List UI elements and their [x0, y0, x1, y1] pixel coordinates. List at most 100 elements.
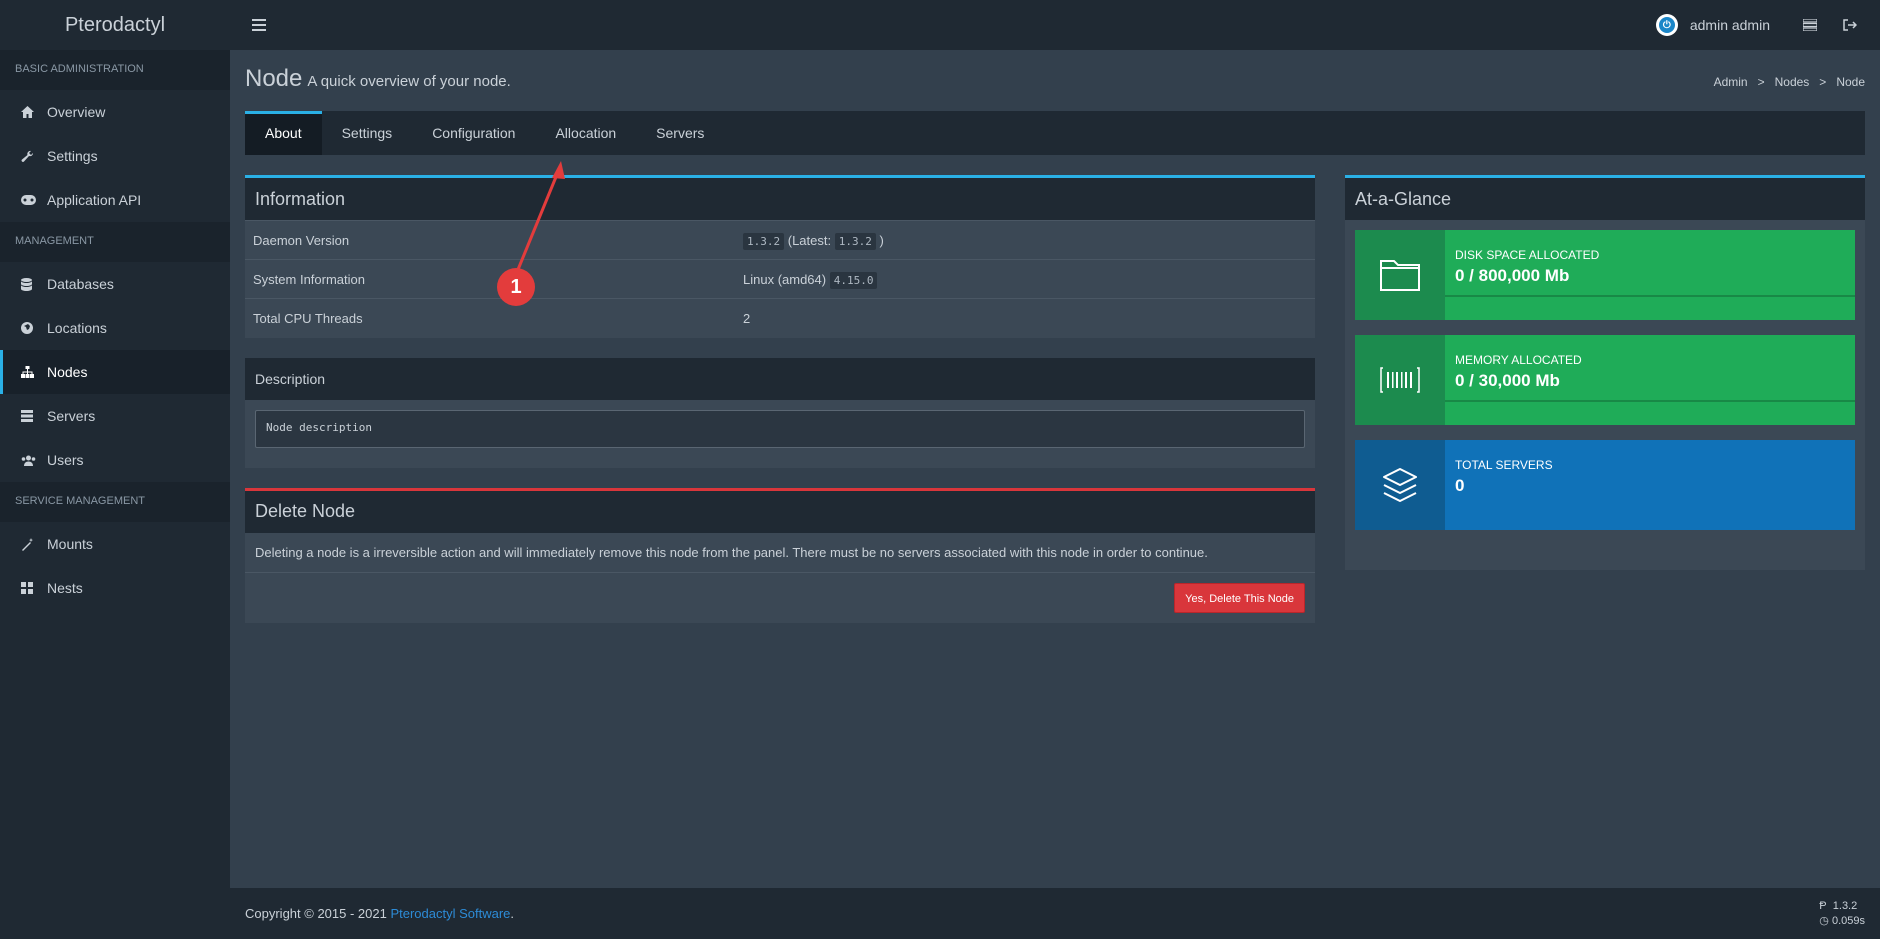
description-field[interactable]: Node description	[255, 409, 1305, 448]
tab-allocation[interactable]: Allocation	[535, 111, 636, 155]
database-icon	[21, 277, 43, 291]
daemon-version-code: 1.3.2	[743, 232, 785, 250]
table-row: System Information Linux (amd64) 4.15.0	[245, 259, 1315, 299]
sidebar-item-label: Nests	[47, 580, 83, 596]
disk-space-value: 0 / 800,000 Mb	[1455, 266, 1570, 285]
delete-node-button[interactable]: Yes, Delete This Node	[1174, 582, 1305, 613]
tab-about[interactable]: About	[245, 111, 322, 155]
delete-node-warning: Deleting a node is a irreversible action…	[245, 533, 1315, 573]
table-row: Total CPU Threads 2	[245, 298, 1315, 338]
sidebar-item-label: Servers	[47, 408, 96, 424]
hamburger-icon[interactable]	[244, 10, 274, 40]
breadcrumb-separator: >	[1819, 75, 1827, 89]
pterodactyl-link[interactable]: Pterodactyl Software	[390, 906, 510, 921]
gamepad-icon	[21, 195, 43, 205]
version-icon: Ᵽ	[1819, 899, 1827, 912]
sidebar-item-label: Mounts	[47, 536, 93, 552]
sidebar-item-label: Databases	[47, 276, 114, 292]
total-servers-value: 0	[1455, 476, 1465, 495]
delete-node-title: Delete Node	[245, 490, 1315, 533]
globe-icon	[21, 322, 43, 334]
sitemap-icon	[21, 366, 43, 378]
delete-node-box: Delete Node Deleting a node is a irrever…	[245, 487, 1315, 623]
server-icon	[21, 410, 43, 422]
total-servers-label: Total Servers	[1455, 458, 1553, 472]
at-a-glance-box: At-a-Glance Disk Space Allocated 0 / 800…	[1345, 175, 1865, 570]
user-menu[interactable]: ⏻ admin admin	[1636, 14, 1790, 36]
node-tabs: About Settings Configuration Allocation …	[245, 111, 1865, 155]
top-navbar: Pterodactyl ⏻ admin admin	[0, 0, 1880, 50]
app-logo[interactable]: Pterodactyl	[0, 14, 230, 37]
sidebar-item-application-api[interactable]: Application API	[0, 178, 230, 222]
disk-space-progress	[1445, 295, 1855, 297]
folder-icon	[1355, 230, 1445, 320]
disk-space-label: Disk Space Allocated	[1455, 248, 1600, 262]
os-text: Linux (amd64)	[743, 271, 827, 287]
daemon-version-label: Daemon Version	[245, 220, 735, 260]
copyright-text: Copyright © 2015 - 2021	[245, 906, 387, 921]
latest-version-code: 1.3.2	[834, 232, 876, 250]
sidebar-item-label: Users	[47, 452, 84, 468]
footer-period: .	[510, 906, 515, 921]
breadcrumb-separator: >	[1757, 75, 1765, 89]
breadcrumb-node: Node	[1836, 75, 1865, 89]
latest-suffix: )	[879, 232, 884, 248]
sidebar-item-settings[interactable]: Settings	[0, 134, 230, 178]
information-box: Information Daemon Version 1.3.2 (Latest…	[245, 175, 1315, 338]
memory-value: 0 / 30,000 Mb	[1455, 371, 1560, 390]
disk-space-infobox: Disk Space Allocated 0 / 800,000 Mb	[1355, 230, 1855, 320]
system-info-label: System Information	[245, 259, 735, 299]
sidebar-item-databases[interactable]: Databases	[0, 262, 230, 306]
sidebar-item-label: Locations	[47, 320, 107, 336]
version-text: 1.3.2	[1832, 899, 1858, 912]
description-title: Description	[245, 357, 1315, 400]
cpu-threads-label: Total CPU Threads	[245, 298, 735, 338]
sidebar-item-nodes[interactable]: Nodes	[0, 350, 230, 394]
tab-configuration[interactable]: Configuration	[412, 111, 535, 155]
page-title: Node	[245, 65, 303, 92]
sidebar-item-servers[interactable]: Servers	[0, 394, 230, 438]
sidebar-header-management: Management	[0, 222, 230, 262]
avatar: ⏻	[1655, 14, 1678, 36]
server-list-icon[interactable]	[1790, 0, 1830, 50]
time-text: 0.059s	[1831, 914, 1865, 927]
sidebar-item-label: Nodes	[47, 364, 88, 380]
logout-icon[interactable]	[1830, 0, 1870, 50]
memory-label: Memory Allocated	[1455, 353, 1582, 367]
sidebar-header-service: Service Management	[0, 482, 230, 522]
total-servers-infobox: Total Servers 0	[1355, 440, 1855, 530]
tab-settings[interactable]: Settings	[322, 111, 413, 155]
information-table: Daemon Version 1.3.2 (Latest: 1.3.2 ) Sy…	[245, 220, 1315, 338]
home-icon	[21, 106, 43, 118]
clock-icon: ◷	[1819, 914, 1829, 927]
information-title: Information	[245, 178, 1315, 220]
sidebar-item-label: Overview	[47, 104, 106, 120]
sidebar-item-overview[interactable]: Overview	[0, 90, 230, 134]
system-info-value: Linux (amd64) 4.15.0	[735, 259, 1315, 299]
magic-icon	[21, 537, 43, 551]
breadcrumb-nodes[interactable]: Nodes	[1775, 75, 1810, 89]
description-box: Description Node description	[245, 357, 1315, 468]
sidebar-item-mounts[interactable]: Mounts	[0, 522, 230, 566]
kernel-code: 4.15.0	[829, 271, 878, 289]
sidebar-header-basic: Basic Administration	[0, 50, 230, 90]
version-info: Ᵽ 1.3.2 ◷ 0.059s	[1819, 899, 1865, 929]
table-row: Daemon Version 1.3.2 (Latest: 1.3.2 )	[245, 220, 1315, 260]
at-a-glance-title: At-a-Glance	[1345, 178, 1865, 220]
sidebar-item-locations[interactable]: Locations	[0, 306, 230, 350]
main-content: Node A quick overview of your node. Admi…	[230, 50, 1880, 888]
page-subtitle: A quick overview of your node.	[307, 73, 511, 90]
barcode-icon	[1355, 335, 1445, 425]
sidebar: Basic Administration Overview Settings A…	[0, 50, 230, 939]
tab-servers[interactable]: Servers	[636, 111, 724, 155]
user-name: admin admin	[1689, 17, 1770, 33]
sidebar-item-users[interactable]: Users	[0, 438, 230, 482]
sidebar-item-nests[interactable]: Nests	[0, 566, 230, 610]
sidebar-item-label: Application API	[47, 192, 142, 208]
memory-infobox: Memory Allocated 0 / 30,000 Mb	[1355, 335, 1855, 425]
users-icon	[21, 455, 43, 466]
th-large-icon	[21, 582, 43, 594]
breadcrumb-admin[interactable]: Admin	[1714, 75, 1748, 89]
layers-icon	[1355, 440, 1445, 530]
cpu-threads-value: 2	[735, 298, 1315, 338]
